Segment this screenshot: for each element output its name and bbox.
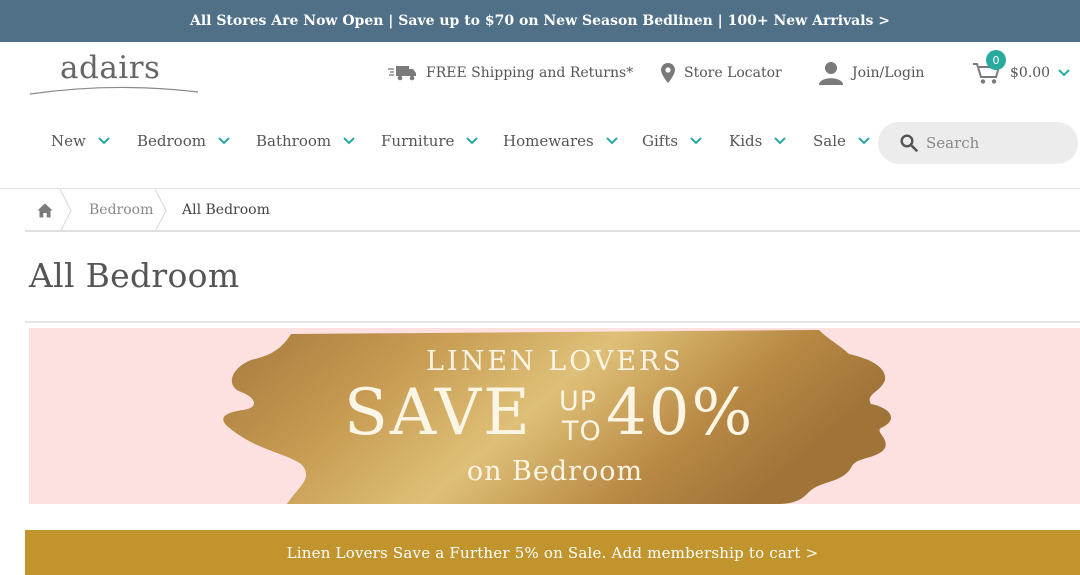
- nav-item-label: Sale: [813, 132, 846, 150]
- cart-button[interactable]: 0 $0.00: [972, 50, 1078, 86]
- breadcrumb-separator-icon: [154, 189, 167, 232]
- nav-item-label: Bedroom: [137, 132, 206, 150]
- logo-swoosh-icon: [29, 86, 199, 95]
- nav-item-gifts[interactable]: Gifts: [642, 132, 702, 150]
- nav-item-kids[interactable]: Kids: [729, 132, 787, 150]
- chevron-down-icon: [343, 137, 355, 145]
- title-divider: [25, 321, 1080, 323]
- nav-item-label: Furniture: [381, 132, 455, 150]
- join-login-label: Join/Login: [852, 65, 925, 81]
- cart-total: $0.00: [1010, 65, 1051, 81]
- banner-save-block: SAVE UP TO 40%: [223, 376, 887, 456]
- chevron-down-icon: [690, 137, 702, 145]
- nav-item-sale[interactable]: Sale: [813, 132, 870, 150]
- chevron-down-icon: [1058, 69, 1070, 77]
- cart-count-badge: 0: [986, 50, 1006, 70]
- banner-up: UP: [559, 386, 598, 417]
- search-icon: [900, 134, 918, 152]
- banner-to: TO: [562, 416, 602, 447]
- adairs-logo[interactable]: adairs: [28, 50, 200, 100]
- nav-item-new[interactable]: New: [51, 132, 110, 150]
- map-pin-icon: [661, 63, 675, 83]
- nav-item-label: New: [51, 132, 86, 150]
- chevron-down-icon: [858, 137, 870, 145]
- breadcrumb: Bedroom All Bedroom: [25, 189, 1080, 232]
- nav-item-homewares[interactable]: Homewares: [503, 132, 618, 150]
- join-login-link[interactable]: Join/Login: [818, 60, 924, 86]
- nav-item-label: Kids: [729, 132, 763, 150]
- chevron-down-icon: [774, 137, 787, 145]
- banner-line3: on Bedroom: [466, 456, 644, 487]
- nav-item-bedroom[interactable]: Bedroom: [137, 132, 230, 150]
- breadcrumb-item-bedroom[interactable]: Bedroom: [89, 202, 153, 218]
- nav-item-bathroom[interactable]: Bathroom: [256, 132, 355, 150]
- user-icon: [819, 62, 843, 85]
- membership-bar[interactable]: Linen Lovers Save a Further 5% on Sale. …: [25, 530, 1080, 575]
- free-shipping-link[interactable]: FREE Shipping and Returns*: [388, 60, 633, 86]
- store-locator-link[interactable]: Store Locator: [660, 60, 782, 86]
- banner-save: SAVE: [344, 376, 532, 450]
- chevron-down-icon: [98, 137, 110, 145]
- store-locator-label: Store Locator: [684, 65, 782, 81]
- search-box[interactable]: [878, 122, 1078, 164]
- linen-lovers-banner[interactable]: LINEN LOVERS SAVE UP TO 40% on Bedroom: [29, 328, 1080, 504]
- banner-percent: 40%: [606, 376, 755, 450]
- home-icon: [37, 203, 53, 218]
- membership-text: Linen Lovers Save a Further 5% on Sale. …: [286, 543, 819, 562]
- banner-line1: LINEN LOVERS: [426, 346, 684, 377]
- free-shipping-label: FREE Shipping and Returns*: [426, 65, 634, 81]
- nav-item-label: Bathroom: [256, 132, 332, 150]
- promo-bar[interactable]: All Stores Are Now Open | Save up to $70…: [0, 0, 1080, 42]
- chevron-down-icon: [466, 137, 479, 145]
- breadcrumb-item-current: All Bedroom: [182, 202, 270, 218]
- page-title: All Bedroom: [29, 256, 240, 295]
- nav-item-label: Homewares: [503, 132, 594, 150]
- promo-text: All Stores Are Now Open | Save up to $70…: [189, 13, 891, 29]
- nav-item-furniture[interactable]: Furniture: [381, 132, 479, 150]
- breadcrumb-separator-icon: [59, 189, 72, 232]
- chevron-down-icon: [218, 137, 230, 145]
- nav-item-label: Gifts: [642, 132, 679, 150]
- truck-icon: [388, 66, 416, 81]
- chevron-down-icon: [606, 137, 618, 145]
- search-input[interactable]: [926, 134, 1066, 152]
